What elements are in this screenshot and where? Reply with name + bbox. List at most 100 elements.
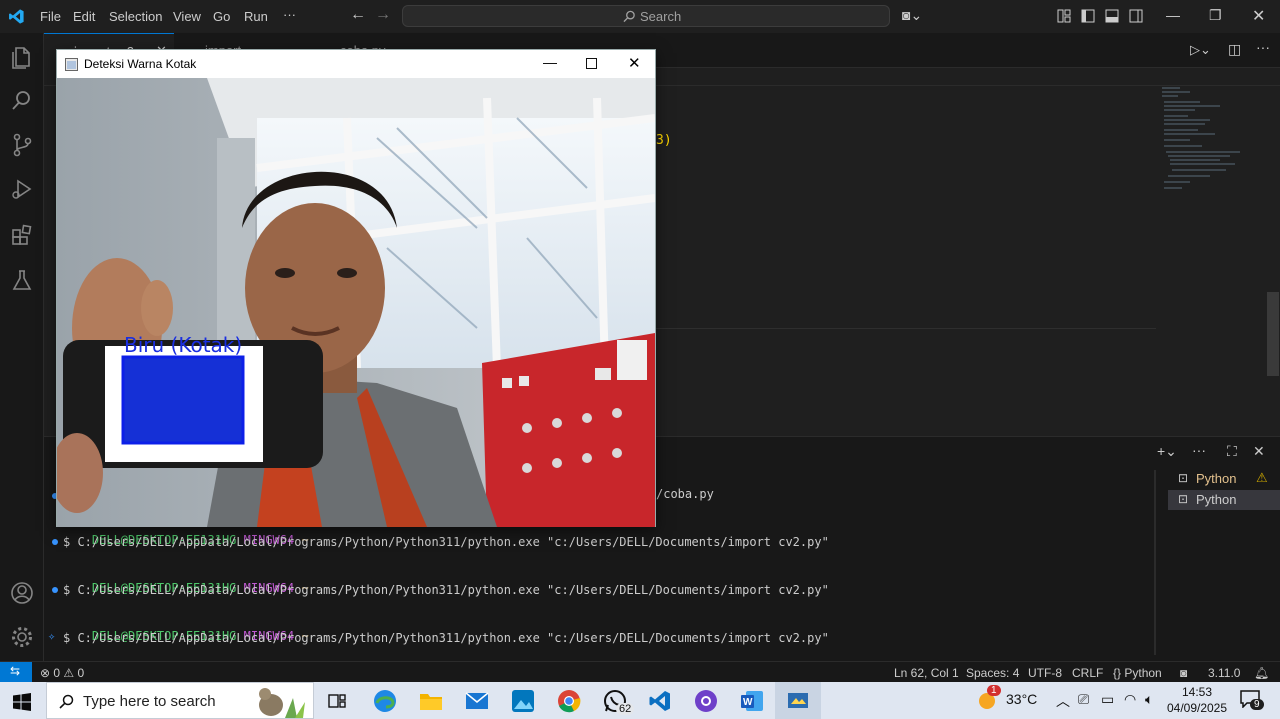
windows-start-icon[interactable] (13, 693, 31, 711)
terminal-icon: ⊡ (1178, 492, 1189, 506)
command-decoration-icon[interactable] (52, 587, 58, 593)
editor-scrollbar[interactable] (1267, 292, 1279, 376)
terminal-command: $ C:/Users/DELL/AppData/Local/Programs/P… (63, 535, 829, 549)
file-explorer-icon[interactable] (419, 690, 443, 712)
terminal-scrollbar[interactable] (1154, 470, 1156, 655)
photos-icon[interactable] (511, 689, 535, 713)
source-control-icon[interactable] (8, 131, 36, 159)
weather-widget[interactable]: 1 33°C (976, 685, 1046, 714)
python-version[interactable]: 3.11.0 (1208, 666, 1240, 680)
notification-center[interactable]: 9 (1240, 690, 1266, 714)
meet-now-icon[interactable]: ⎚ (1078, 691, 1089, 708)
weather-badge: 1 (987, 685, 1001, 696)
terminal-icon: ⊡ (1178, 471, 1189, 485)
window-app-icon (65, 58, 78, 71)
menu-more[interactable]: ··· (283, 7, 296, 22)
whatsapp-badge: 62 (616, 703, 635, 715)
remote-icon: ⇆ (10, 664, 21, 678)
run-python-file-icon[interactable]: ▷⌄ (1190, 42, 1211, 58)
forward-arrow-icon[interactable]: → (375, 6, 391, 24)
vscode-taskbar-icon[interactable] (648, 689, 672, 713)
sparkle-icon[interactable]: ✧ (48, 629, 55, 643)
camera-window-titlebar[interactable]: Deteksi Warna Kotak — ✕ (57, 50, 655, 78)
camera-frame-image: Biru (Kotak) (57, 78, 655, 527)
indentation[interactable]: Spaces: 4 (966, 666, 1019, 680)
toggle-secondary-sidebar-icon[interactable] (1129, 9, 1143, 23)
menu-go[interactable]: Go (213, 9, 230, 24)
menu-edit[interactable]: Edit (73, 9, 95, 24)
camera-feed: Biru (Kotak) (57, 78, 655, 527)
testing-icon[interactable] (8, 266, 36, 294)
line-ending[interactable]: CRLF (1072, 666, 1103, 680)
terminal-session-item[interactable]: ⊡ Python ⚠ (1168, 469, 1280, 489)
terminal-session-item[interactable]: ⊡ Python (1168, 490, 1280, 510)
command-decoration-icon[interactable] (52, 539, 58, 545)
extensions-icon[interactable] (8, 221, 36, 249)
command-search[interactable]: Search (402, 5, 890, 27)
volume-icon[interactable]: 🔈︎ (1145, 691, 1153, 708)
search-icon (623, 10, 635, 23)
task-view-icon[interactable] (328, 692, 346, 710)
menu-selection[interactable]: Selection (109, 9, 162, 24)
code-fragment: 3) (656, 133, 672, 148)
camera-maximize-icon[interactable] (586, 58, 597, 69)
python-window-taskbar-button[interactable] (775, 682, 821, 719)
show-hidden-icons-icon[interactable]: ︿ (1056, 691, 1070, 711)
terminal-partial-line: /coba.py (656, 487, 714, 501)
svg-text:W: W (743, 697, 753, 708)
python-window-icon (788, 693, 808, 708)
maximize-panel-icon[interactable]: ⛶ (1227, 443, 1237, 460)
copilot-status-icon[interactable]: ◙ (1180, 666, 1187, 680)
remote-indicator[interactable]: ⇆ (0, 662, 32, 683)
search-placeholder: Type here to search (83, 693, 216, 710)
close-panel-icon[interactable]: ✕ (1253, 443, 1265, 460)
detected-blue-square (123, 357, 243, 443)
vscode-logo-icon (9, 9, 24, 24)
activity-bar (0, 33, 44, 661)
language-mode[interactable]: {} Python (1113, 666, 1162, 680)
minimize-icon[interactable]: — (1166, 7, 1180, 23)
notifications-bell-icon[interactable]: 🔔︎ (1254, 666, 1269, 680)
taskbar-search-box[interactable]: Type here to search (46, 682, 314, 719)
word-icon[interactable]: W (740, 689, 764, 713)
battery-icon[interactable]: ▭ (1101, 691, 1114, 708)
accounts-icon[interactable] (8, 579, 36, 607)
encoding[interactable]: UTF-8 (1028, 666, 1062, 680)
back-arrow-icon[interactable]: ← (350, 6, 366, 24)
terminal-session-label: Python (1196, 471, 1237, 486)
run-debug-icon[interactable] (8, 175, 36, 203)
minimap[interactable] (1160, 84, 1250, 204)
toggle-sidebar-icon[interactable] (1081, 9, 1095, 23)
new-terminal-icon[interactable]: +⌄ (1157, 443, 1177, 460)
copilot-icon[interactable]: ◙⌄ (902, 7, 922, 24)
errors-indicator[interactable]: ⊗ 0 ⚠ 0 (40, 666, 84, 680)
explorer-icon[interactable] (8, 43, 36, 71)
search-highlight-illustration (259, 688, 305, 718)
notification-count: 9 (1250, 699, 1264, 710)
restore-icon[interactable]: ❐ (1209, 7, 1222, 24)
customize-layout-icon[interactable] (1057, 9, 1071, 23)
clock[interactable]: 14:53 04/09/2025 (1166, 683, 1228, 717)
windows-taskbar: Type here to search 62 W 1 33°C ︿ ⎚ ▭ ◠ … (0, 682, 1280, 719)
search-placeholder: Search (640, 9, 682, 24)
edge-browser-icon[interactable] (373, 689, 397, 713)
wifi-icon[interactable]: ◠ (1124, 691, 1136, 708)
mail-icon[interactable] (465, 690, 489, 712)
toggle-panel-icon[interactable] (1105, 9, 1119, 23)
whatsapp-taskbar-button[interactable]: 62 (602, 688, 642, 718)
cursor-position[interactable]: Ln 62, Col 1 (894, 666, 959, 680)
more-actions-icon[interactable]: ··· (1256, 39, 1270, 55)
terminal-more-icon[interactable]: ··· (1192, 442, 1206, 458)
menu-run[interactable]: Run (244, 9, 268, 24)
settings-gear-icon[interactable] (8, 623, 36, 651)
search-icon[interactable] (8, 87, 36, 115)
camera-window[interactable]: Deteksi Warna Kotak — ✕ Biru (Kotak) (56, 49, 656, 527)
camera-close-icon[interactable]: ✕ (628, 54, 641, 72)
menu-view[interactable]: View (173, 9, 201, 24)
split-editor-icon[interactable]: ◫ (1228, 41, 1241, 58)
github-desktop-icon[interactable] (694, 689, 718, 713)
chrome-icon[interactable] (557, 689, 581, 713)
menu-file[interactable]: File (40, 9, 61, 24)
close-icon[interactable]: ✕ (1252, 6, 1265, 26)
camera-minimize-icon[interactable]: — (543, 54, 557, 70)
